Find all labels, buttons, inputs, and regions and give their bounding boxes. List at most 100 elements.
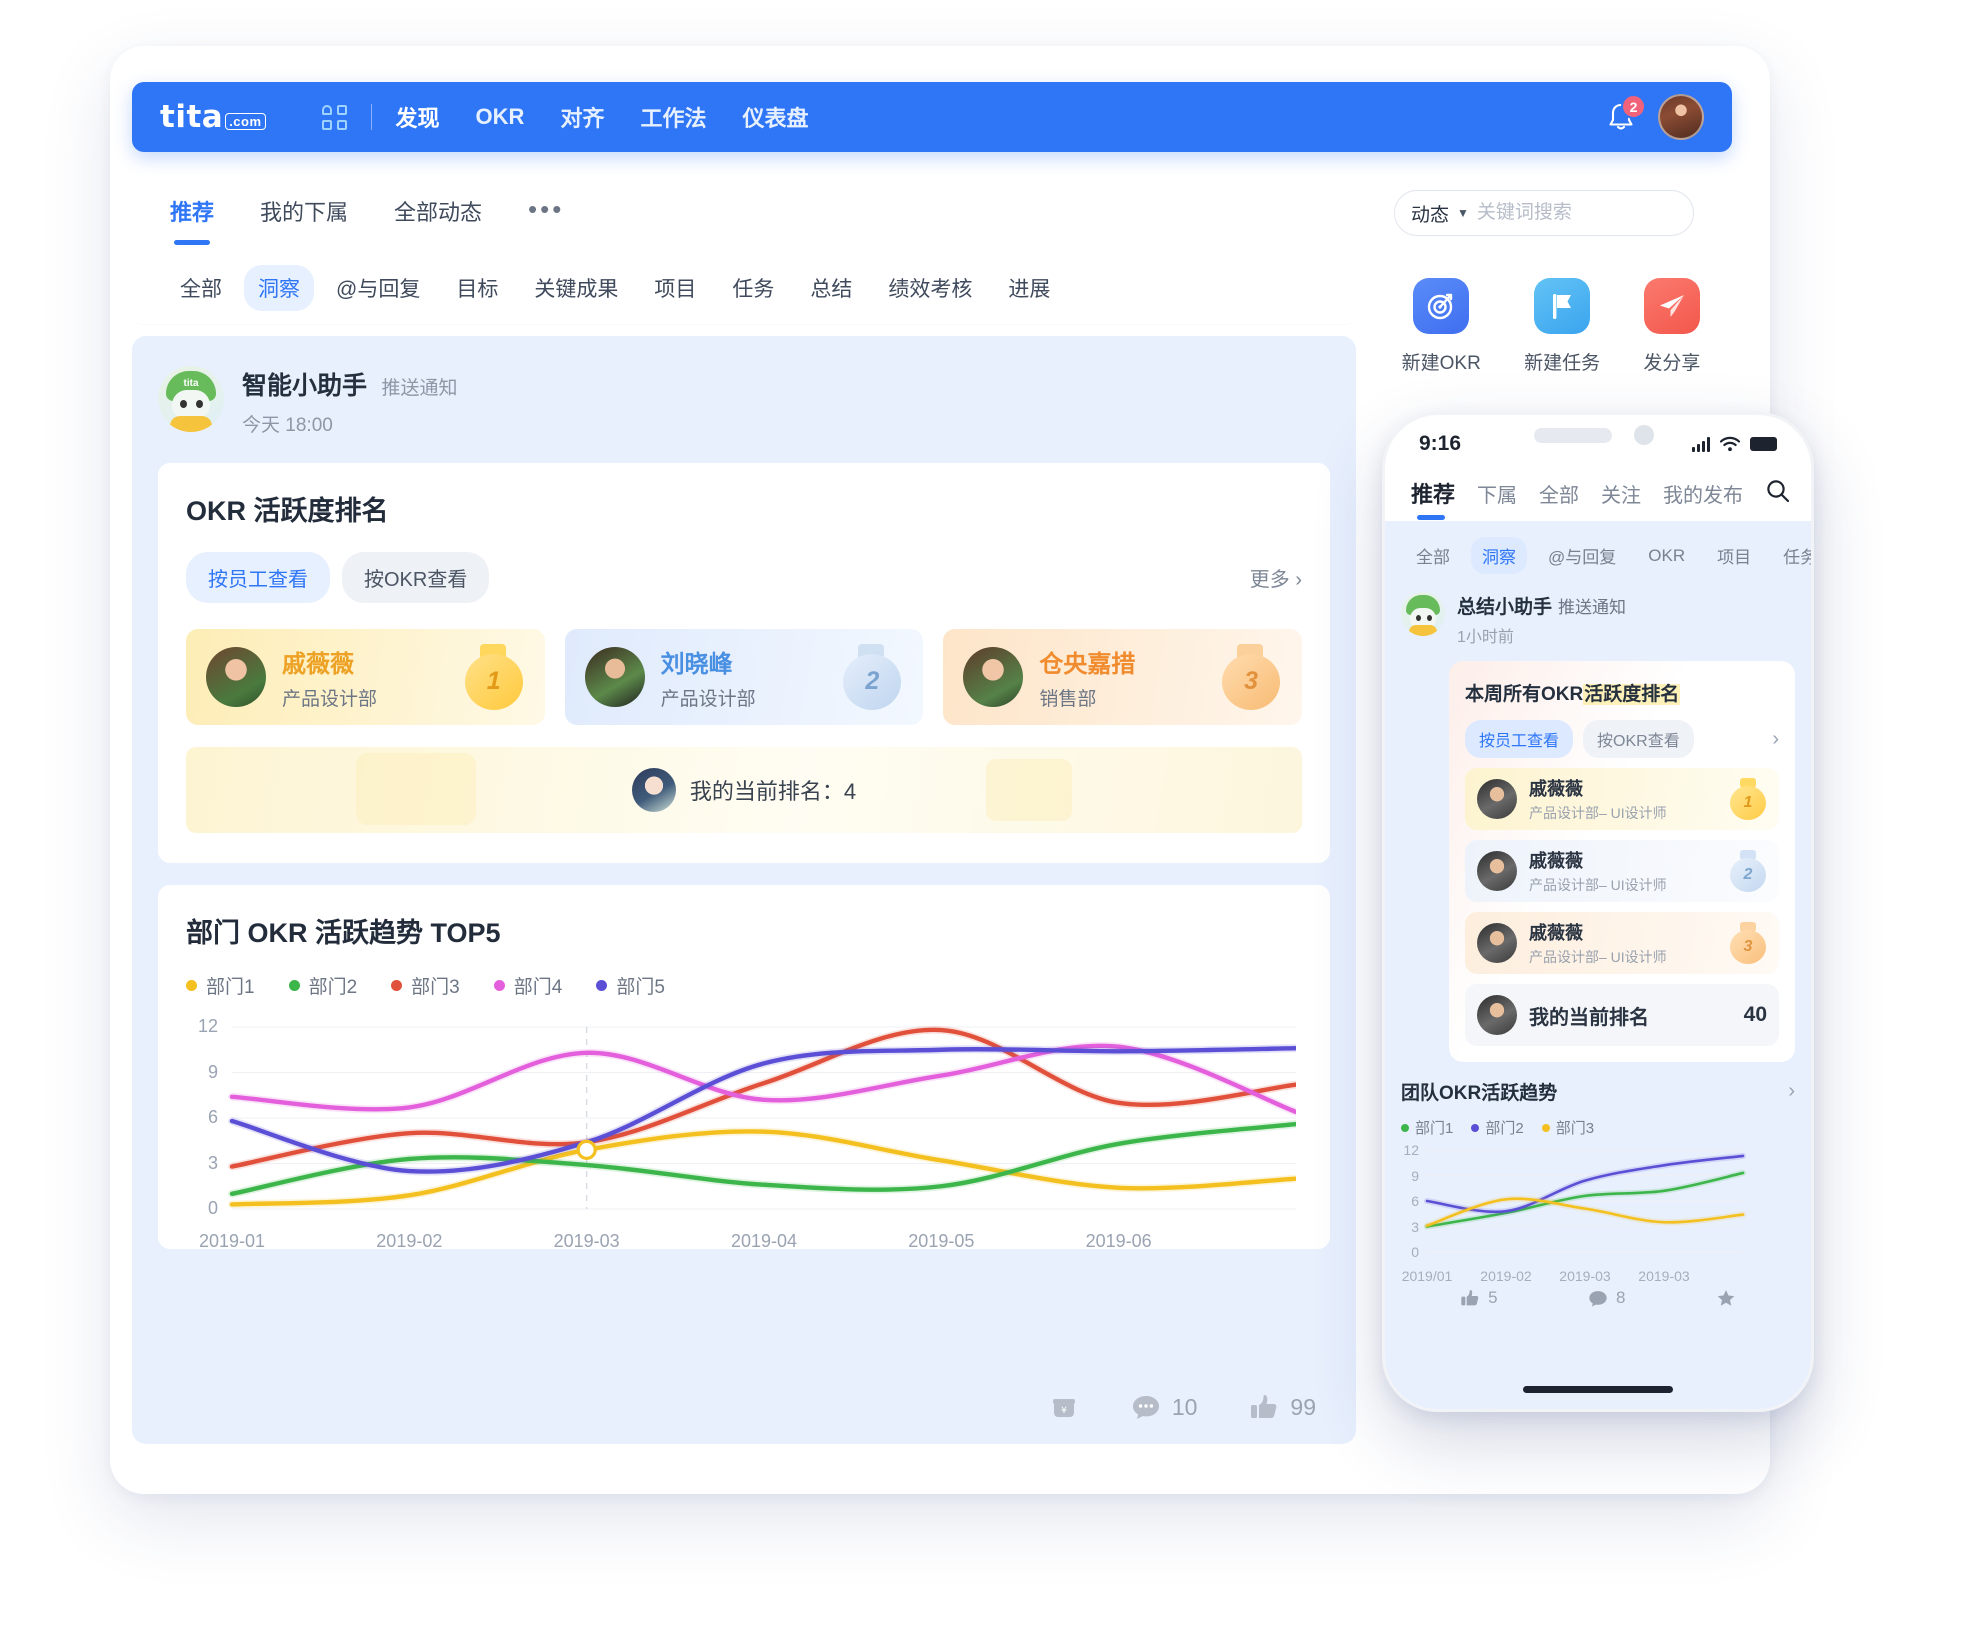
quick-action-new-okr[interactable]: 新建OKR [1402,278,1481,375]
grid-apps-icon[interactable] [321,104,347,130]
phone-rank-item-3[interactable]: 戚薇薇 产品设计部– UI设计师 3 [1465,912,1779,974]
phone-chip-all[interactable]: 全部 [1405,537,1461,574]
avatar [963,647,1024,707]
phone-segment-by-okr[interactable]: 按OKR查看 [1583,720,1694,758]
phone-tab-follow[interactable]: 关注 [1601,479,1641,520]
phone-rank-item-2[interactable]: 戚薇薇 产品设计部– UI设计师 2 [1465,840,1779,902]
phone-my-rank-label: 我的当前排名 [1529,1006,1649,1029]
rank-item-text: 仓央嘉措 销售部 [1039,644,1135,711]
phone-tab-my-posts[interactable]: 我的发布 [1663,479,1743,520]
phone-rank-name: 戚薇薇 [1529,779,1583,799]
phone-ranking-title-highlight: 活跃度排名 [1583,684,1681,705]
tab-recommend[interactable]: 推荐 [170,195,214,245]
nav-item-align[interactable]: 对齐 [560,101,604,133]
trophy-decoration-icon [986,759,1072,821]
post-author-tag: 推送通知 [381,378,458,399]
phone-tab-recommend[interactable]: 推荐 [1411,477,1455,521]
phone-action-bar: 5 8 [1385,1288,1811,1308]
legend-item-2[interactable]: 部门2 [288,972,358,999]
rank-item-text: 戚薇薇 产品设计部 [282,644,377,711]
chip-insight[interactable]: 洞察 [244,265,314,311]
trend-chart-title: 部门 OKR 活跃趋势 TOP5 [186,918,501,948]
like-button[interactable]: 99 [1249,1393,1316,1421]
rank-item-1[interactable]: 戚薇薇 产品设计部 1 [186,629,545,725]
phone-chip-project[interactable]: 项目 [1706,537,1762,574]
search-input[interactable] [1476,202,1677,224]
rank-item-text: 刘晓峰 产品设计部 [661,644,756,711]
axis-tick-label: 2019-03 [1638,1268,1690,1284]
phone-rank-dept: 产品设计部– UI设计师 [1529,877,1667,893]
phone-trend-card: 团队OKR活跃趋势 › 部门1 部门2 部门3 0 3 6 9 12 2019/01 20… [1401,1078,1795,1284]
logo-suffix: .com [225,113,266,130]
phone-legend-item-1: 部门1 [1401,1117,1453,1138]
nav-item-discover[interactable]: 发现 [396,101,440,133]
post-author: 智能小助手 [242,372,368,400]
chip-performance[interactable]: 绩效考核 [874,265,986,311]
phone-comment-button[interactable]: 8 [1588,1288,1625,1308]
phone-star-button[interactable] [1716,1288,1736,1308]
notification-badge: 2 [1621,94,1646,119]
quick-action-new-task[interactable]: 新建任务 [1524,278,1600,375]
comment-button[interactable]: 10 [1131,1393,1198,1421]
chip-summary[interactable]: 总结 [796,265,866,311]
app-logo[interactable]: tita .com [160,99,266,135]
nav-item-dashboard[interactable]: 仪表盘 [742,101,808,133]
nav-item-okr[interactable]: OKR [476,104,525,130]
post-author-row: 智能小助手 推送通知 [242,366,457,402]
phone-chip-mentions[interactable]: @与回复 [1537,537,1627,574]
rank-item-2[interactable]: 刘晓峰 产品设计部 2 [564,629,924,725]
chevron-right-icon[interactable]: › [1788,1080,1795,1103]
phone-chip-task[interactable]: 任务 [1772,537,1811,574]
chip-progress[interactable]: 进展 [994,265,1064,311]
thumbs-up-icon [1461,1289,1479,1306]
reward-button[interactable]: ¥ [1049,1392,1079,1422]
tab-more-button[interactable]: ••• [528,194,564,225]
phone-rank-dept: 产品设计部– UI设计师 [1529,949,1667,965]
phone-tab-all[interactable]: 全部 [1539,479,1579,520]
chip-project[interactable]: 项目 [640,265,710,311]
phone-mockup: 9:16 推荐 下属 全部 关注 我的发布 全部 洞察 @与回复 OKR 项目 … [1382,412,1814,1412]
chip-key-result[interactable]: 关键成果 [520,265,632,311]
comment-count: 10 [1171,1393,1198,1420]
axis-tick-label: 2019-01 [198,1231,266,1251]
chip-all[interactable]: 全部 [166,265,236,311]
chip-mentions-replies[interactable]: @与回复 [322,265,434,311]
rank-item-3[interactable]: 仓央嘉措 销售部 3 [943,629,1303,725]
chip-objective[interactable]: 目标 [442,265,512,311]
tab-all-activity[interactable]: 全部动态 [394,195,482,231]
phone-search-button[interactable] [1765,478,1791,521]
phone-rank-text: 戚薇薇 产品设计部– UI设计师 [1529,919,1667,967]
notifications-button[interactable]: 2 [1606,94,1646,133]
phone-post: 总结小助手 推送通知 1小时前 本周所有OKR活跃度排名 按员工查看 按OKR查看… [1401,592,1795,1062]
avatar[interactable] [1658,94,1704,140]
post-meta: 智能小助手 推送通知 今天 18:00 [242,366,457,437]
quick-action-share[interactable]: 发分享 [1643,278,1700,375]
phone-chip-insight[interactable]: 洞察 [1471,537,1527,574]
chevron-down-icon[interactable]: ▼ [1457,206,1469,220]
legend-label: 部门2 [308,977,358,998]
axis-tick-label: 3 [207,1152,218,1173]
phone-trend-header[interactable]: 团队OKR活跃趋势 › [1401,1078,1795,1105]
phone-like-button[interactable]: 5 [1460,1288,1498,1308]
chevron-right-icon[interactable]: › [1772,728,1779,751]
phone-chip-okr[interactable]: OKR [1637,540,1696,572]
medal-number: 2 [1743,866,1753,883]
legend-item-5[interactable]: 部门5 [596,972,665,999]
bot-avatar [1401,592,1445,636]
search-bar[interactable]: 动态 ▼ [1394,190,1694,236]
legend-item-4[interactable]: 部门4 [493,972,562,999]
segment-by-employee[interactable]: 按员工查看 [186,552,330,603]
nav-item-workmethod[interactable]: 工作法 [640,101,706,133]
phone-post-author-tag: 推送通知 [1558,598,1627,617]
legend-item-3[interactable]: 部门3 [391,972,460,999]
tab-my-subordinates[interactable]: 我的下属 [260,195,348,231]
phone-segment-by-employee[interactable]: 按员工查看 [1465,720,1574,758]
segment-by-okr[interactable]: 按OKR查看 [342,552,490,603]
search-scope-label[interactable]: 动态 [1411,200,1449,227]
phone-rank-item-1[interactable]: 戚薇薇 产品设计部– UI设计师 1 [1465,768,1779,830]
more-link[interactable]: 更多 › [1250,563,1302,592]
legend-item-1[interactable]: 部门1 [186,972,255,999]
axis-tick-label: 12 [1403,1142,1419,1158]
chip-task[interactable]: 任务 [718,265,788,311]
phone-tab-subordinates[interactable]: 下属 [1477,479,1517,520]
